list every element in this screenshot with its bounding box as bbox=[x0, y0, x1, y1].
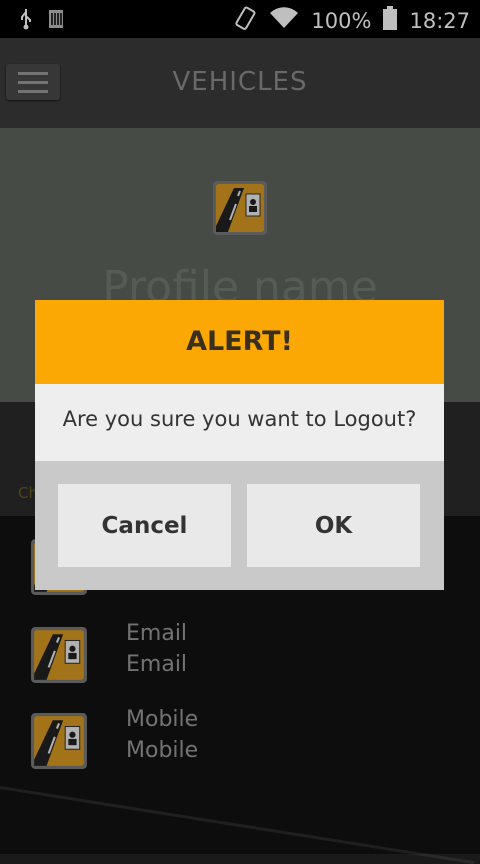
dialog-title: ALERT! bbox=[186, 326, 293, 357]
logout-alert-dialog: ALERT! Are you sure you want to Logout? … bbox=[35, 300, 444, 590]
ok-button[interactable]: OK bbox=[247, 484, 420, 567]
dialog-body: Are you sure you want to Logout? bbox=[35, 384, 444, 461]
cancel-button[interactable]: Cancel bbox=[58, 484, 231, 567]
dialog-header: ALERT! bbox=[35, 300, 444, 384]
dialog-message: Are you sure you want to Logout? bbox=[62, 407, 417, 431]
